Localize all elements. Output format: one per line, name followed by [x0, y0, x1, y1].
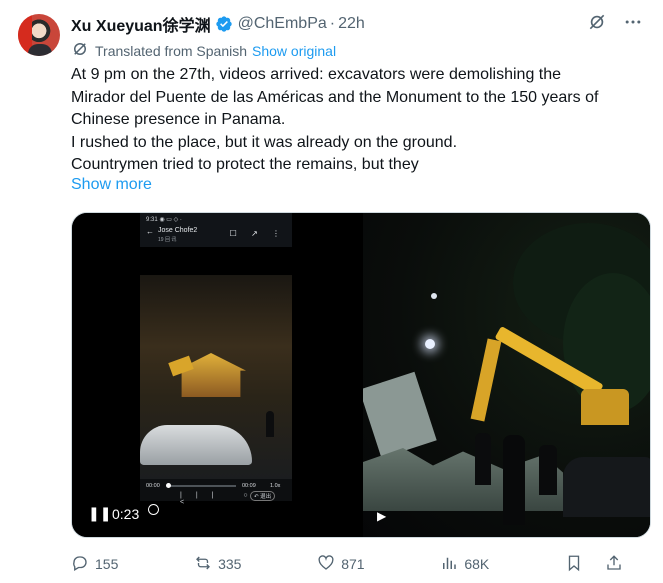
phone-chat-title: Jose Chofe2 [158, 227, 198, 234]
separator-dot: · [329, 15, 336, 32]
phone-app-icons: ☐ ↗ ⋮ [229, 229, 286, 238]
tweet-text-line: Chinese presence in Panama. [71, 111, 286, 128]
show-more-link[interactable]: Show more [71, 176, 152, 194]
avatar-suit [28, 44, 52, 56]
back-arrow-icon: ← [146, 227, 154, 236]
bookmark-icon[interactable] [565, 554, 583, 575]
tweet-text-line: Countrymen tried to protect the remains,… [71, 156, 419, 173]
views-button[interactable]: 68K [440, 554, 489, 575]
video-right[interactable]: ▶ [363, 213, 650, 537]
tweet-header: Xu Xueyuan徐学渊 @ChEmbPa · 22h [71, 12, 643, 36]
tweet-text-line: At 9 pm on the 27th, videos arrived: exc… [71, 66, 562, 83]
repost-button[interactable]: 335 [194, 554, 241, 575]
person-shape [475, 433, 491, 485]
repost-count: 335 [218, 556, 242, 572]
car-shape [140, 425, 252, 465]
more-options-icon[interactable] [623, 12, 643, 37]
phone-app-bar: 9:31 ◉ ▭ ◇ · ← Jose Chofe2 19 回 讯 ☐ ↗ ⋮ [140, 213, 292, 247]
repost-icon [194, 554, 212, 575]
phone-chat-subtitle: 19 回 讯 [158, 237, 177, 243]
phone-end-time: 00:09 [242, 483, 256, 489]
person-shape [503, 435, 525, 525]
tweet-text-line: Mirador del Puente de las Américas and t… [71, 88, 599, 106]
translate-icon [71, 40, 95, 61]
car-shape [563, 457, 650, 517]
verified-badge-icon [215, 15, 233, 33]
embedded-video-frame [140, 275, 292, 479]
tweet-timestamp[interactable]: 22h [338, 15, 365, 33]
author-name[interactable]: Xu Xueyuan徐学渊 [71, 12, 211, 36]
reply-icon [71, 554, 89, 575]
author-handle[interactable]: @ChEmbPa [238, 15, 327, 33]
phone-speed: 1.0x [270, 483, 281, 489]
media-grid: 9:31 ◉ ▭ ◇ · ← Jose Chofe2 19 回 讯 ☐ ↗ ⋮ … [71, 212, 651, 538]
grok-icon[interactable] [587, 12, 607, 37]
autoplay-indicator-icon [148, 504, 159, 515]
like-button[interactable]: 871 [317, 554, 365, 575]
person-shape [266, 411, 274, 437]
reply-count: 155 [95, 556, 119, 572]
video-duration: 0:23 [112, 506, 140, 522]
phone-status-bar: 9:31 ◉ ▭ ◇ · [146, 217, 182, 223]
phone-exit-button: ↶ 退出 [250, 491, 276, 501]
moon-shape [431, 293, 437, 299]
tweet-actions: 155 335 871 68K [71, 553, 623, 575]
secondary-actions [565, 554, 623, 575]
views-count: 68K [464, 556, 490, 572]
pause-icon[interactable]: ❚❚ [88, 505, 111, 522]
views-icon [440, 554, 458, 575]
phone-elapsed-time: 00:00 [146, 483, 160, 489]
header-actions [587, 12, 643, 36]
play-icon[interactable]: ▶ [377, 509, 386, 523]
tweet-text: At 9 pm on the 27th, videos arrived: exc… [71, 64, 651, 177]
author-avatar[interactable] [18, 14, 60, 56]
show-original-link[interactable]: Show original [252, 43, 336, 59]
translated-label: Translated from Spanish [95, 42, 247, 59]
phone-nav-icons: ||| ○ < [180, 492, 262, 506]
share-icon[interactable] [605, 554, 623, 575]
excavator-cab-shape [581, 389, 629, 425]
heart-icon [317, 554, 335, 575]
reply-button[interactable]: 155 [71, 554, 118, 575]
like-count: 871 [341, 556, 365, 572]
street-lamp-shape [425, 339, 435, 349]
tweet-text-line: I rushed to the place, but it was alread… [71, 133, 458, 151]
phone-progress-track [168, 485, 236, 487]
person-shape [539, 445, 557, 495]
translation-notice: Translated from Spanish Show original [71, 40, 336, 61]
phone-player-controls: 00:00 00:09 1.0x ||| ○ < ↶ 退出 [140, 479, 292, 506]
phone-progress-thumb [166, 483, 171, 488]
video-left[interactable]: 9:31 ◉ ▭ ◇ · ← Jose Chofe2 19 回 讯 ☐ ↗ ⋮ … [72, 213, 361, 537]
